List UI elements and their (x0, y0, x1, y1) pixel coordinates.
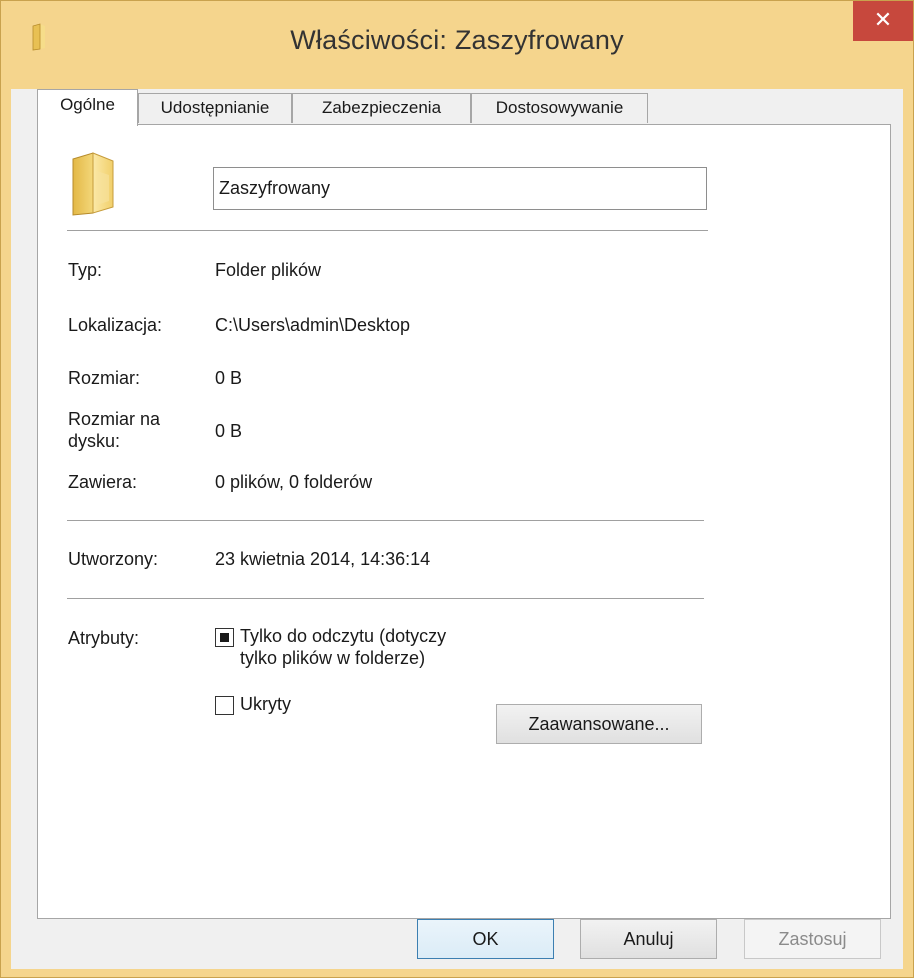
hidden-checkbox[interactable] (215, 696, 234, 715)
hidden-checkbox-label: Ukryty (240, 694, 291, 714)
readonly-attribute[interactable]: Tylko do odczytu (dotyczy tylko plików w… (215, 625, 446, 669)
size-on-disk-label-line1: Rozmiar na (68, 409, 161, 429)
tab-general[interactable]: Ogólne (37, 89, 138, 126)
properties-window: Właściwości: Zaszyfrowany ✕ Ogólne Udost… (0, 0, 914, 978)
attributes-label: Atrybuty: (68, 628, 140, 648)
folder-icon (72, 152, 114, 216)
close-button[interactable]: ✕ (853, 1, 913, 41)
hidden-attribute[interactable]: Ukryty (215, 693, 291, 715)
readonly-label-line2: tylko plików w folderze) (240, 648, 426, 668)
location-label: Lokalizacja: (68, 315, 163, 335)
location-value: C:\Users\admin\Desktop (215, 315, 411, 335)
ok-button[interactable]: OK (417, 919, 554, 959)
size-value: 0 B (215, 368, 243, 388)
readonly-checkbox-label: Tylko do odczytu (dotyczy tylko plików w… (240, 625, 446, 669)
created-label: Utworzony: (68, 549, 159, 569)
size-label: Rozmiar: (68, 368, 141, 388)
folder-name-input[interactable] (213, 167, 707, 210)
tab-customize[interactable]: Dostosowywanie (471, 93, 648, 123)
general-tab-panel: Typ: Folder plików Lokalizacja: C:\Users… (37, 124, 891, 919)
window-title: Właściwości: Zaszyfrowany (290, 25, 624, 55)
separator (67, 520, 704, 521)
separator (67, 598, 704, 599)
type-label: Typ: (68, 260, 103, 280)
type-value: Folder plików (215, 260, 322, 280)
created-value: 23 kwietnia 2014, 14:36:14 (215, 549, 431, 569)
contains-label: Zawiera: (68, 472, 138, 492)
tab-sharing[interactable]: Udostępnianie (138, 93, 292, 123)
readonly-label-line1: Tylko do odczytu (dotyczy (240, 626, 447, 646)
readonly-checkbox[interactable] (215, 628, 234, 647)
advanced-button[interactable]: Zaawansowane... (496, 704, 702, 744)
contains-value: 0 plików, 0 folderów (215, 472, 373, 492)
size-on-disk-label-line2: dysku: (68, 431, 121, 451)
separator (67, 230, 708, 231)
size-on-disk-value: 0 B (215, 421, 243, 441)
cancel-button[interactable]: Anuluj (580, 919, 717, 959)
apply-button[interactable]: Zastosuj (744, 919, 881, 959)
title-bar[interactable]: Właściwości: Zaszyfrowany ✕ (1, 1, 913, 89)
dialog-client-area: Ogólne Udostępnianie Zabezpieczenia Dost… (11, 89, 903, 969)
size-on-disk-label: Rozmiar na dysku: (68, 408, 160, 452)
tab-security[interactable]: Zabezpieczenia (292, 93, 471, 123)
